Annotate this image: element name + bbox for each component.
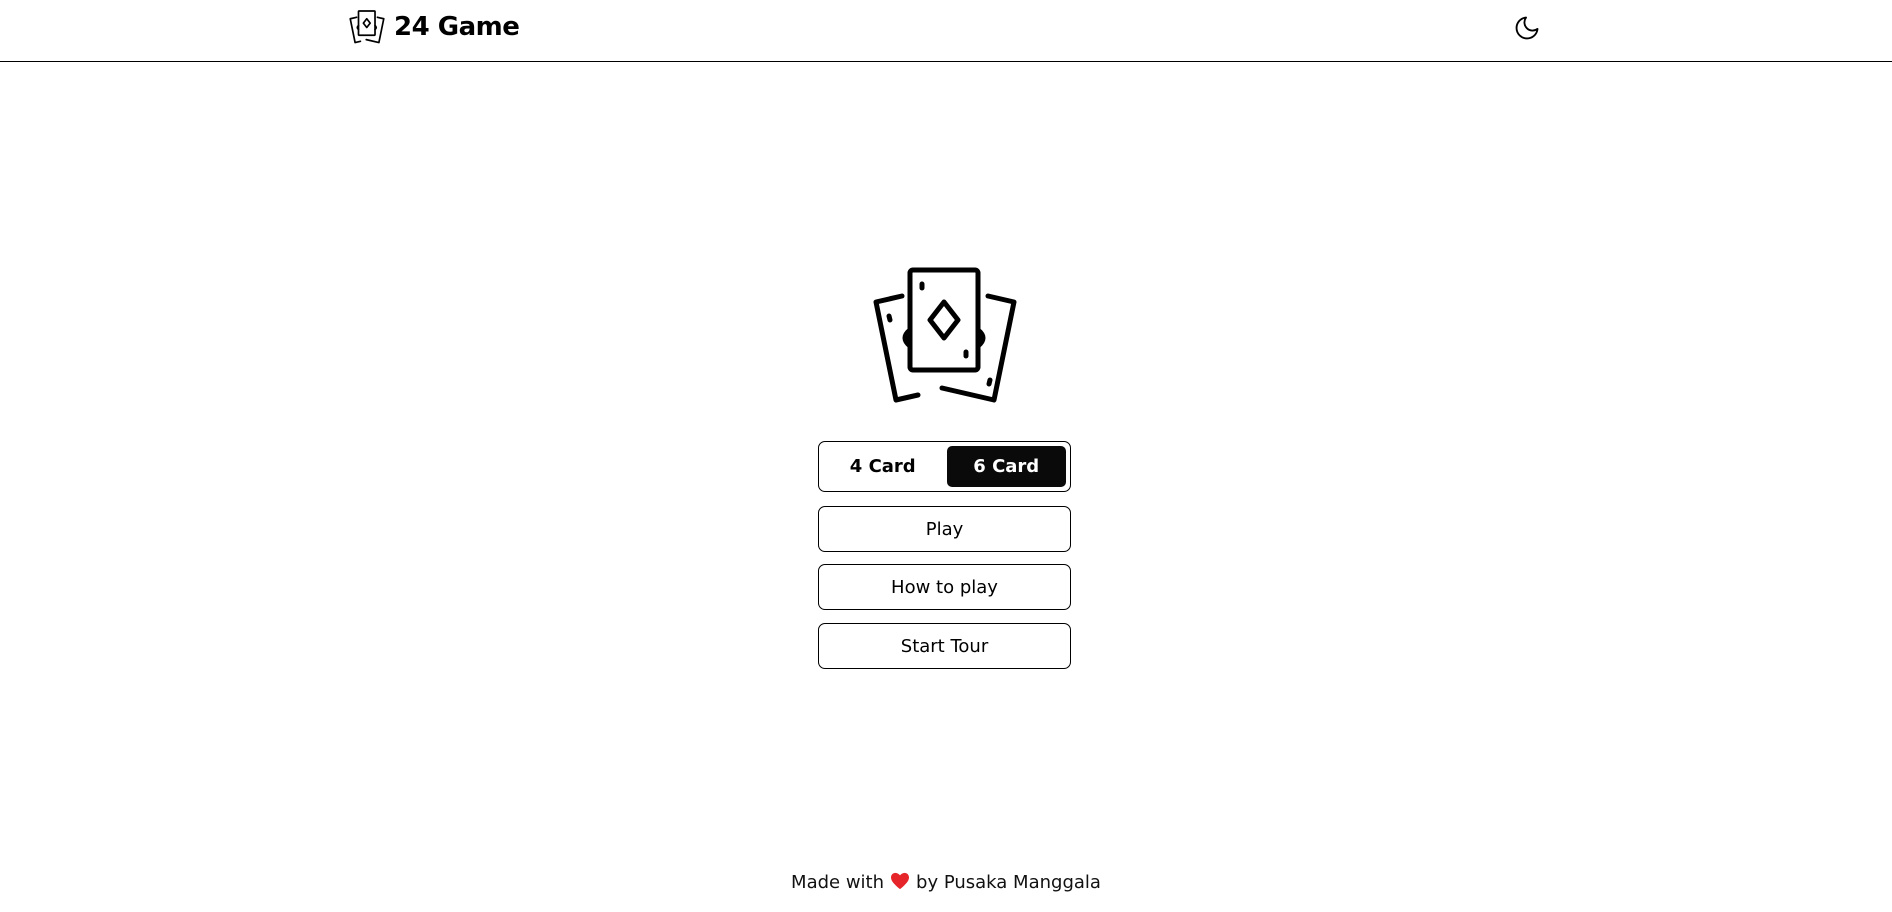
playing-cards-icon [349, 10, 385, 44]
footer-author: by Pusaka Manggala [916, 872, 1101, 893]
card-mode-selector: 4 Card 6 Card [818, 441, 1071, 492]
playing-cards-icon [873, 267, 1017, 403]
moon-icon [1515, 16, 1539, 40]
app-title: 24 Game [394, 12, 520, 42]
play-button[interactable]: Play [818, 506, 1071, 552]
footer-prefix: Made with [791, 872, 885, 893]
mode-4-card-button[interactable]: 4 Card [823, 446, 943, 487]
start-tour-button[interactable]: Start Tour [818, 623, 1071, 669]
how-to-play-button[interactable]: How to play [818, 564, 1071, 610]
top-navbar: 24 Game [0, 0, 1892, 62]
heart-icon [891, 872, 910, 890]
theme-toggle-button[interactable] [1513, 14, 1541, 42]
mode-6-card-button[interactable]: 6 Card [946, 446, 1066, 487]
brand-link[interactable]: 24 Game [348, 10, 520, 44]
footer: Made with by Pusaka Manggala [0, 872, 1892, 893]
